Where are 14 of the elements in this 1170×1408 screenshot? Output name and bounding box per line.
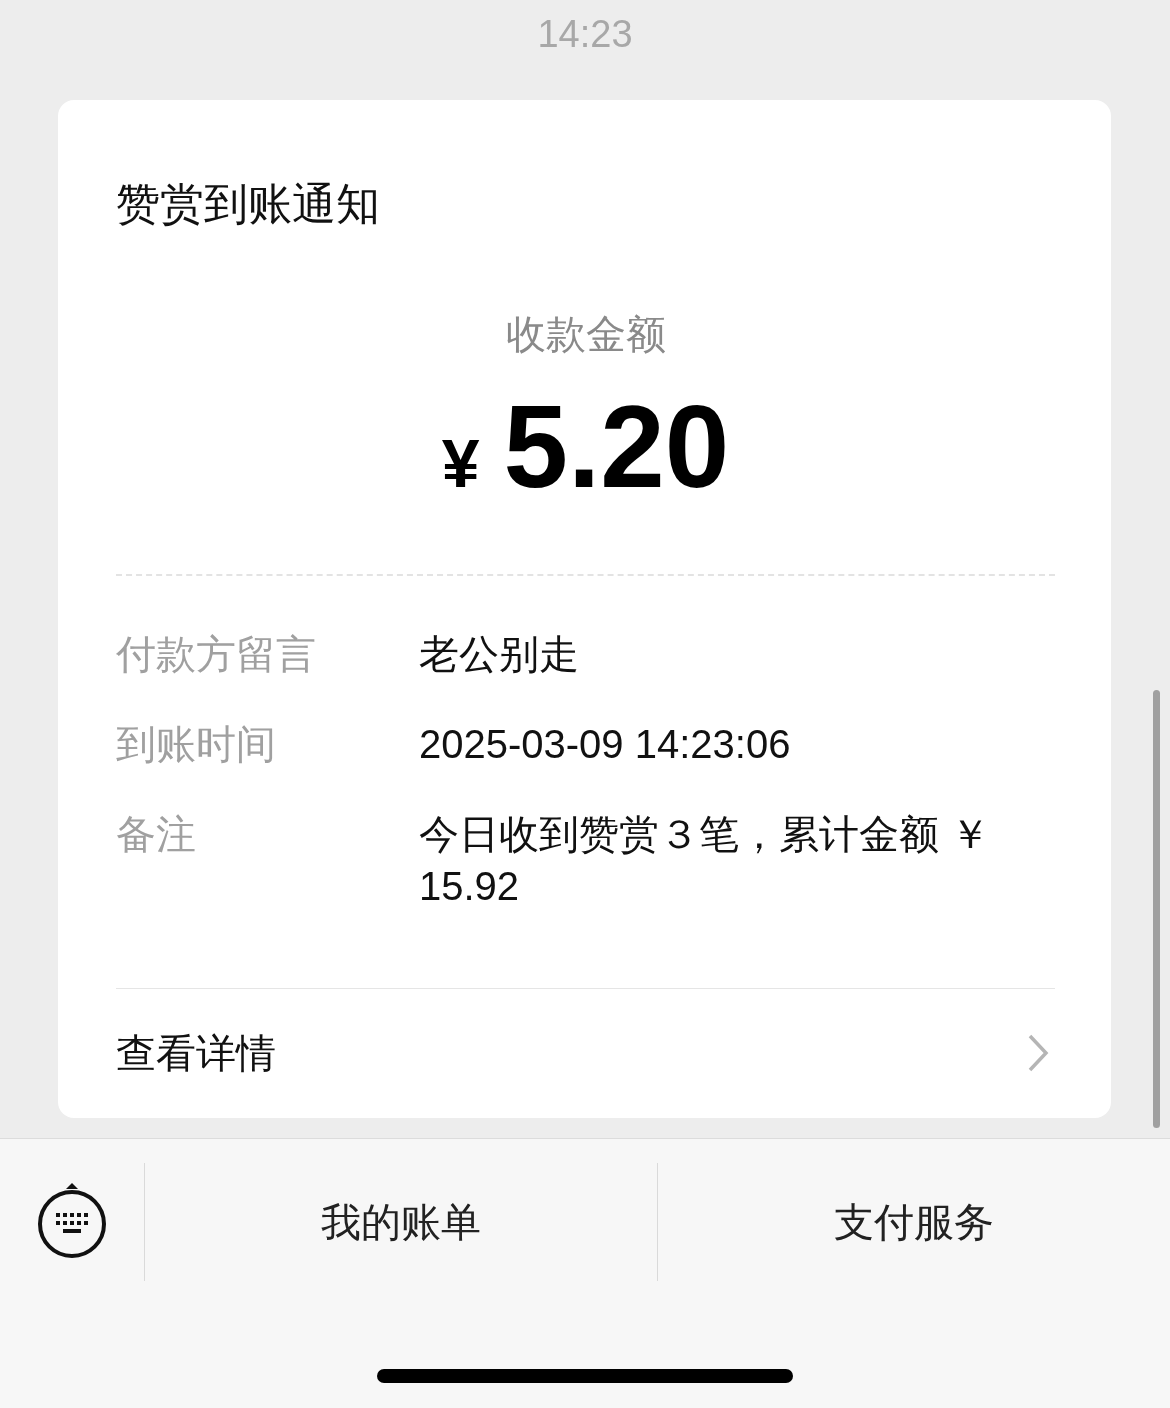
card-title: 赞赏到账通知 <box>116 178 380 230</box>
row-value: 2025-03-09 14:23:06 <box>419 721 791 768</box>
menu-button[interactable]: 我的账单 <box>145 1163 658 1281</box>
chevron-right-icon <box>1027 1033 1049 1073</box>
time: 14:23 <box>537 12 633 57</box>
menu-button[interactable]: 支付服务 <box>658 1163 1170 1281</box>
row-label: 到账时间 <box>116 721 277 768</box>
row-value: 今日收到赞赏３笔，累计金额 ￥ 15.92 <box>419 811 992 910</box>
currency-symbol: ¥ <box>441 424 480 502</box>
amount: 5.20 <box>503 382 730 512</box>
row-value: 老公别走 <box>419 631 579 678</box>
row-label: 备注 <box>116 811 197 858</box>
amount-label: 收款金额 <box>505 311 666 358</box>
row-label: 付款方留言 <box>116 631 317 678</box>
